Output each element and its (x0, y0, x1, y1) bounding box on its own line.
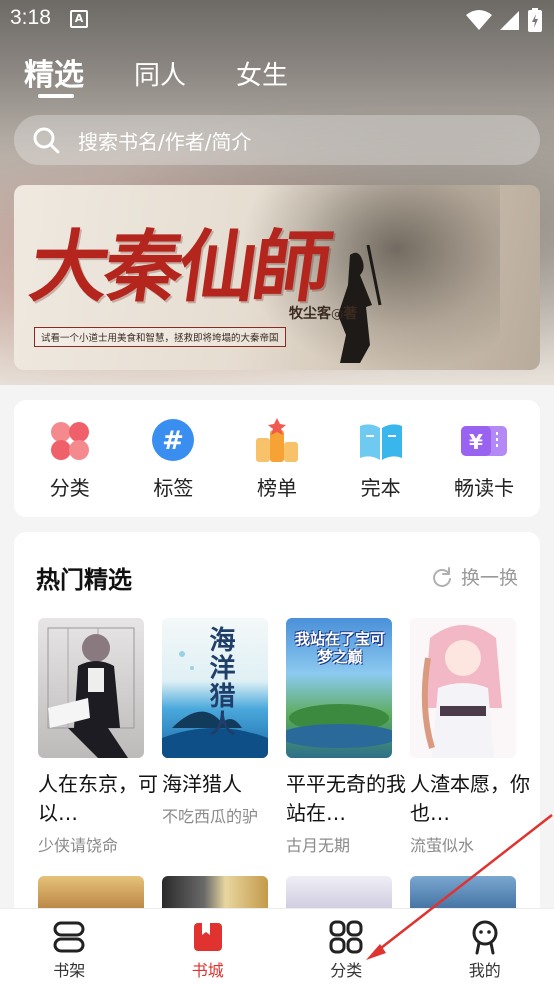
search-placeholder: 搜索书名/作者/简介 (78, 129, 252, 154)
shortcut-category[interactable]: 分类 (22, 416, 118, 501)
nav-label: 分类 (330, 961, 363, 980)
hashtag-icon: # (152, 419, 195, 461)
book-author: 流萤似水 (410, 836, 475, 855)
book-cover (410, 618, 516, 758)
cover-title-text: 海洋猎人 (205, 626, 235, 738)
refresh-label: 换一换 (460, 567, 518, 589)
status-bar: 3:18 A (0, 0, 554, 40)
book-author: 少侠请饶命 (38, 836, 119, 855)
book-title: 人在东京，可以… (38, 772, 158, 825)
shortcut-label: 畅读卡 (454, 476, 515, 500)
status-time: 3:18 (10, 6, 51, 29)
book-item[interactable]: 我站在了宝可梦之巅 平平无奇的我站在… 古月无期 (286, 618, 406, 856)
shortcut-completed[interactable]: 完本 (333, 416, 429, 501)
shortcut-label: 榜单 (256, 476, 297, 500)
nav-profile[interactable]: 我的 (416, 909, 554, 984)
open-book-icon (359, 424, 402, 460)
tab-featured[interactable]: 精选 (24, 50, 84, 98)
book-cover (38, 618, 144, 758)
book-title: 海洋猎人 (162, 772, 242, 796)
wifi-icon (466, 10, 492, 30)
bookstore-icon (193, 923, 222, 951)
shortcut-tags[interactable]: # 标签 (125, 416, 221, 501)
banner-author: 牧尘客◎著 (289, 306, 358, 322)
search-icon (33, 127, 60, 154)
banner-title: 大秦仙師 (24, 222, 334, 313)
podium-icon (255, 418, 298, 462)
shortcut-ranking[interactable]: 榜单 (229, 416, 325, 501)
nav-label: 书城 (191, 961, 224, 980)
book-author: 不吃西瓜的驴 (162, 807, 259, 826)
book-item[interactable]: 海洋猎人 海洋猎人 不吃西瓜的驴 (162, 618, 268, 827)
tab-female[interactable]: 女生 (236, 55, 288, 92)
promo-banner[interactable]: 大秦仙師 牧尘客◎著 试看一个小道士用美食和智慧，拯救即将垮塌的大秦帝国 (14, 185, 540, 370)
signal-icon (500, 11, 519, 30)
notification-a-icon: A (70, 10, 88, 28)
book-cover: 我站在了宝可梦之巅 (286, 618, 392, 758)
nav-label: 我的 (468, 961, 501, 980)
status-icons (466, 8, 542, 32)
nav-category[interactable]: 分类 (277, 909, 416, 984)
nav-bookshelf[interactable]: 书架 (0, 909, 139, 984)
book-item[interactable]: 人在东京，可以… 少侠请饶命 (38, 618, 158, 856)
shortcut-label: 分类 (49, 476, 90, 500)
bottom-navigation: 书架 书城 分类 我的 (0, 908, 554, 984)
category-shortcuts: 分类 # 标签 榜单 完本 ¥ 畅读卡 (14, 400, 540, 517)
cover-illustration (421, 625, 502, 758)
cover-illustration (47, 627, 135, 758)
profile-icon (472, 920, 498, 955)
refresh-icon (433, 566, 451, 587)
bookshelf-icon (53, 921, 85, 953)
book-cover: 海洋猎人 (162, 618, 268, 758)
search-bar[interactable]: 搜索书名/作者/简介 (14, 115, 540, 165)
cover-title-text: 我站在了宝可梦之巅 (294, 630, 385, 666)
section-title: 热门精选 (36, 566, 132, 594)
svg-text:¥: ¥ (469, 430, 483, 454)
shortcut-label: 完本 (360, 476, 401, 500)
top-tabs: 精选 同人 女生 (24, 52, 338, 102)
shortcut-label: 标签 (153, 476, 194, 500)
battery-icon (528, 8, 542, 32)
grid-icon (329, 920, 363, 954)
svg-text:#: # (162, 426, 184, 456)
yen-card-icon: ¥ (461, 426, 508, 456)
book-author: 古月无期 (286, 836, 351, 855)
shortcut-reading-card[interactable]: ¥ 畅读卡 (436, 416, 532, 501)
clover-icon (50, 422, 89, 460)
nav-bookstore[interactable]: 书城 (139, 909, 278, 984)
refresh-button[interactable]: 换一换 (431, 563, 518, 590)
banner-tagline: 试看一个小道士用美食和智慧，拯救即将垮塌的大秦帝国 (34, 327, 286, 347)
book-title: 人渣本愿，你也… (410, 772, 530, 825)
book-item[interactable]: 人渣本愿，你也… 流萤似水 (410, 618, 530, 856)
nav-label: 书架 (53, 961, 86, 980)
tab-fanfic[interactable]: 同人 (134, 55, 186, 92)
book-title: 平平无奇的我站在… (286, 772, 406, 825)
